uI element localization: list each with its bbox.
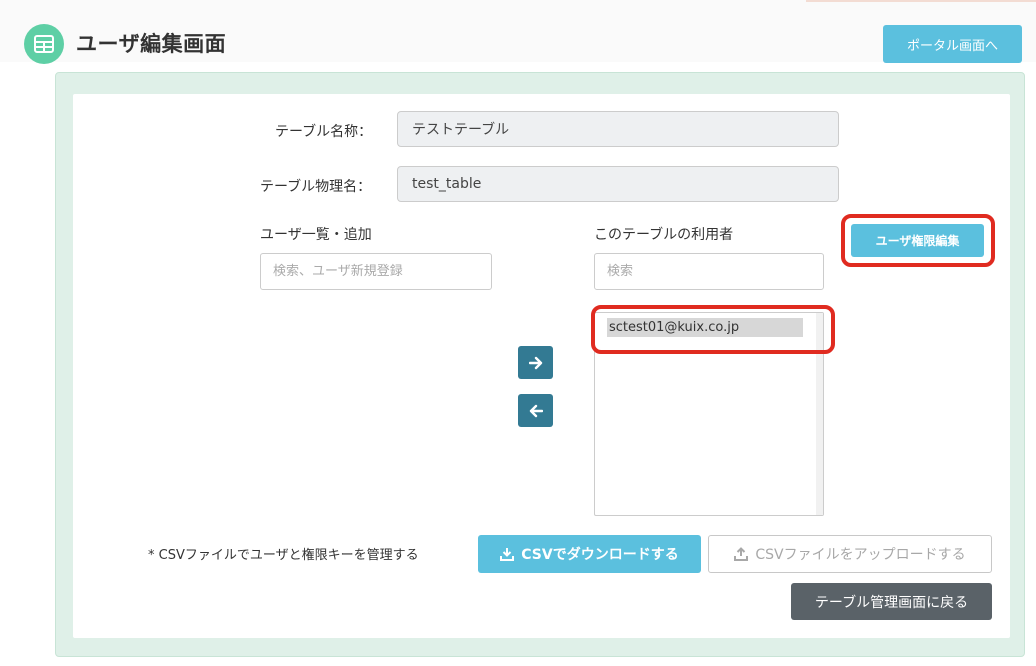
csv-upload-button[interactable]: CSVファイルをアップロードする [708, 535, 992, 573]
remove-user-button[interactable] [518, 394, 553, 427]
table-name-label: テーブル名称： [275, 124, 373, 140]
edit-permission-button[interactable]: ユーザ権限編集 [851, 224, 984, 257]
user-list-heading: ユーザ一覧・追加 [260, 227, 372, 243]
csv-note: * CSVファイルでユーザと権限キーを管理する [148, 548, 419, 563]
highlight-box-user-item [591, 305, 835, 354]
download-icon [500, 548, 515, 561]
add-user-button[interactable] [518, 346, 553, 379]
table-icon [24, 24, 64, 64]
physical-name-label: テーブル物理名： [260, 179, 372, 195]
portal-button[interactable]: ポータル画面へ [883, 25, 1022, 63]
table-users-search-input[interactable] [594, 253, 824, 290]
arrow-right-icon [528, 356, 542, 369]
csv-upload-label: CSVファイルをアップロードする [755, 547, 966, 563]
physical-name-field[interactable]: test_table [397, 166, 839, 202]
user-search-input[interactable] [260, 253, 492, 290]
back-to-table-management-button[interactable]: テーブル管理画面に戻る [791, 583, 992, 620]
top-accent-line [806, 0, 1036, 2]
csv-download-button[interactable]: CSVでダウンロードする [478, 535, 701, 573]
csv-download-label: CSVでダウンロードする [521, 547, 679, 563]
arrow-left-icon [529, 404, 543, 417]
table-users-heading: このテーブルの利用者 [594, 227, 734, 243]
page-title: ユーザ編集画面 [76, 32, 227, 56]
table-name-field[interactable]: テストテーブル [397, 111, 839, 147]
upload-icon [734, 547, 749, 561]
